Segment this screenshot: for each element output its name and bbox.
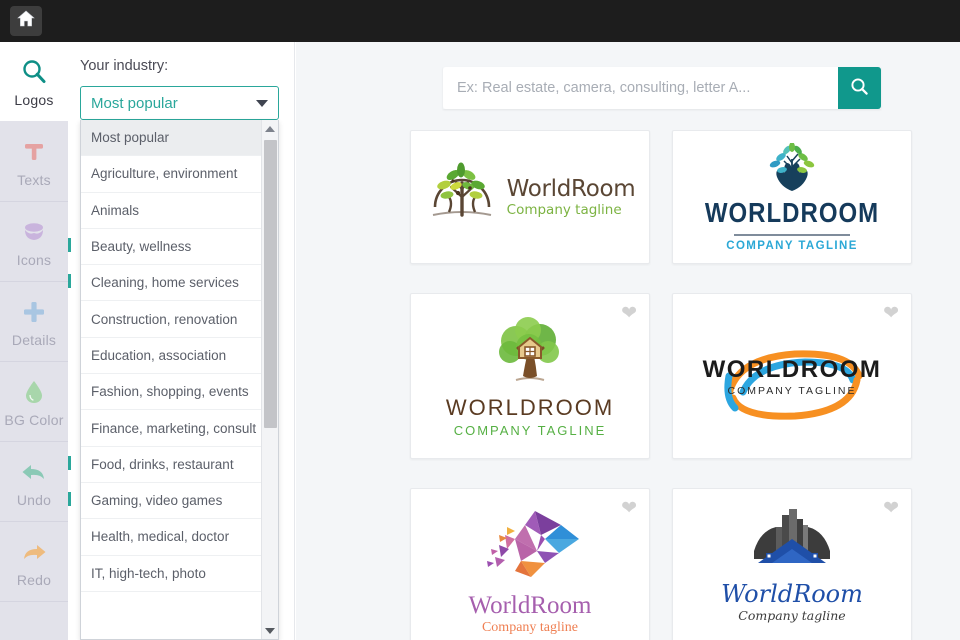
tree-circle-icon — [425, 157, 499, 238]
triangle-down-icon[interactable] — [262, 623, 278, 639]
tool-rail: Logos Texts Icons — [0, 42, 68, 640]
logo-maker-app: Logos Texts Icons — [0, 0, 960, 640]
rail-item-undo[interactable]: Undo — [0, 442, 68, 522]
dropdown-option[interactable]: Most popular — [81, 120, 263, 156]
results-area: WorldRoom Company tagline — [296, 42, 960, 640]
rail-item-details[interactable]: Details — [0, 282, 68, 362]
search-bar — [443, 67, 881, 109]
city-roof-icon — [738, 505, 846, 580]
rail-label-redo: Redo — [17, 572, 51, 588]
logo-name: WORLDROOM — [446, 395, 614, 421]
dropdown-option[interactable]: Food, drinks, restaurant — [81, 447, 263, 483]
scrollbar-thumb[interactable] — [264, 140, 277, 428]
droplet-icon — [19, 376, 49, 408]
rail-item-bg-color[interactable]: BG Color — [0, 362, 68, 442]
logo-tagline: Company tagline — [482, 620, 578, 636]
logo-name: WorldRoom — [721, 580, 863, 608]
treehouse-icon — [482, 314, 578, 395]
industry-option-list[interactable]: Most popularAgriculture, environmentAnim… — [81, 120, 263, 640]
edge-tick — [68, 238, 71, 252]
dropdown-option[interactable]: Agriculture, environment — [81, 156, 263, 192]
logo-card[interactable]: ❤ — [672, 488, 912, 640]
magnifier-icon — [19, 56, 49, 88]
logo-name: WorldRoom — [507, 176, 636, 202]
logo-preview: WORLDROOM COMPANY TAGLINE — [411, 294, 649, 458]
rail-label-details: Details — [12, 332, 56, 348]
rail-filler — [0, 602, 68, 640]
dropdown-option[interactable]: Finance, marketing, consult — [81, 410, 263, 446]
dropdown-option[interactable]: Health, medical, doctor — [81, 519, 263, 555]
logo-preview: WorldRoom Company tagline — [411, 489, 649, 640]
dropdown-option[interactable]: Cleaning, home services — [81, 265, 263, 301]
dropdown-option[interactable]: Beauty, wellness — [81, 229, 263, 265]
rail-label-icons: Icons — [17, 252, 51, 268]
triangle-up-icon[interactable] — [262, 121, 278, 137]
home-icon — [17, 10, 35, 32]
search-icon — [850, 77, 869, 99]
search-button[interactable] — [838, 67, 881, 109]
logo-name: WORLDROOM — [703, 356, 882, 384]
logo-tagline: COMPANY TAGLINE — [454, 423, 607, 438]
rail-label-undo: Undo — [17, 492, 51, 508]
undo-arrow-icon — [19, 456, 49, 488]
logo-preview: WORLDROOM COMPANY TAGLINE — [673, 294, 911, 458]
logo-preview: WorldRoom Company tagline — [673, 489, 911, 640]
industry-panel: Your industry: Most popular Most popular… — [68, 42, 295, 640]
industry-select[interactable]: Most popular — [80, 86, 279, 120]
plus-icon — [19, 296, 49, 328]
tree-hands-icon — [759, 143, 825, 200]
rail-item-texts[interactable]: Texts — [0, 122, 68, 202]
logo-card[interactable]: ❤ — [410, 293, 650, 459]
dropdown-option[interactable]: Fashion, shopping, events — [81, 374, 263, 410]
industry-label: Your industry: — [80, 58, 168, 74]
shapes-icon — [19, 216, 49, 248]
home-button[interactable] — [10, 6, 42, 36]
logo-tagline: COMPANY TAGLINE — [728, 385, 857, 397]
logo-card[interactable]: ❤ WORLDROOM COMPANY TAGLINE — [672, 293, 912, 459]
rail-label-logos: Logos — [14, 92, 53, 108]
logo-preview: WorldRoom Company tagline — [411, 131, 649, 263]
logo-card[interactable]: ❤ — [410, 488, 650, 640]
logo-card[interactable]: WORLDROOM COMPANY TAGLINE — [672, 130, 912, 264]
top-bar — [0, 0, 960, 42]
edge-tick — [68, 492, 71, 506]
dropdown-option[interactable]: Animals — [81, 193, 263, 229]
logo-tagline: Company tagline — [738, 608, 845, 623]
origami-bird-icon — [475, 505, 585, 592]
chevron-down-icon — [256, 100, 268, 107]
divider — [734, 234, 850, 236]
logo-tagline: COMPANY TAGLINE — [726, 240, 858, 252]
industry-dropdown: Most popularAgriculture, environmentAnim… — [80, 120, 279, 640]
edge-tick — [68, 274, 71, 288]
rail-label-texts: Texts — [17, 172, 51, 188]
logo-tagline: Company tagline — [507, 202, 636, 218]
rail-item-logos[interactable]: Logos — [0, 42, 68, 122]
dropdown-option[interactable]: Education, association — [81, 338, 263, 374]
logo-name: WorldRoom — [469, 592, 592, 620]
rail-item-icons[interactable]: Icons — [0, 202, 68, 282]
industry-select-value: Most popular — [91, 95, 256, 112]
dropdown-option[interactable]: Construction, renovation — [81, 301, 263, 337]
text-t-icon — [19, 136, 49, 168]
rail-item-redo[interactable]: Redo — [0, 522, 68, 602]
dropdown-option[interactable]: Gaming, video games — [81, 483, 263, 519]
dropdown-option[interactable]: IT, high-tech, photo — [81, 556, 263, 592]
search-input[interactable] — [443, 67, 838, 109]
edge-tick — [68, 456, 71, 470]
logo-name: WORLDROOM — [705, 197, 879, 229]
logo-card[interactable]: WorldRoom Company tagline — [410, 130, 650, 264]
logo-preview: WORLDROOM COMPANY TAGLINE — [673, 131, 911, 263]
redo-arrow-icon — [19, 536, 49, 568]
rail-label-bg-color: BG Color — [4, 412, 63, 428]
dropdown-scrollbar[interactable] — [261, 120, 278, 640]
